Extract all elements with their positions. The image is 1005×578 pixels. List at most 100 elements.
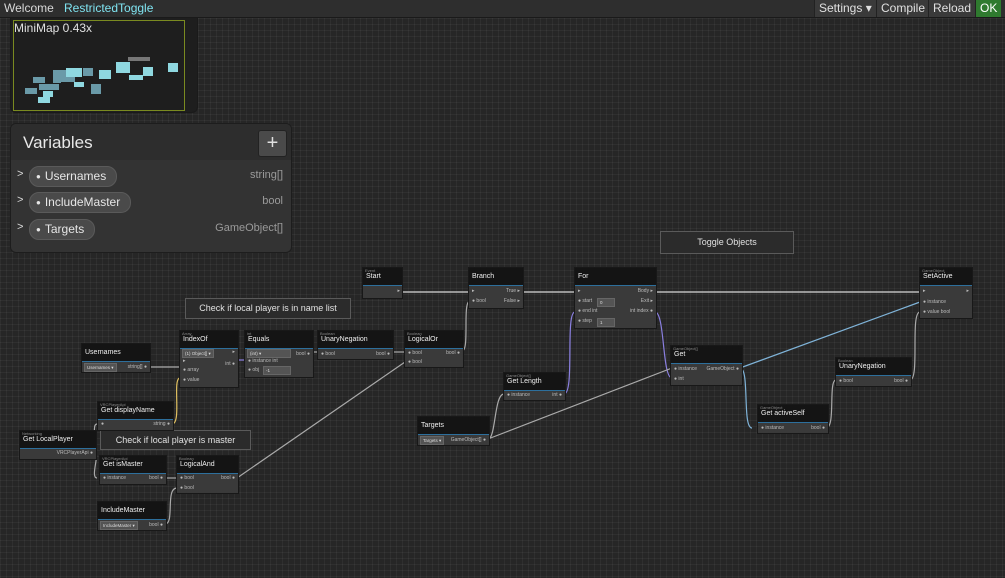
end-port[interactable]: ● end int [578, 308, 597, 314]
false-out-port[interactable]: False ▸ [504, 298, 520, 304]
node-get-ismaster[interactable]: VRCPlayerApi Get isMaster ● instance bool… [99, 455, 167, 485]
array-port[interactable]: ● array [183, 367, 199, 373]
node-logical-or[interactable]: Boolean LogicalOr ● bool ● bool bool ● [404, 330, 464, 368]
flow-in-port[interactable]: ▸ [183, 358, 186, 364]
flow-in-port[interactable]: ▸ [578, 288, 581, 294]
step-port[interactable]: ● step [578, 318, 592, 324]
type-dropdown[interactable]: (1) Object[] ▾ [182, 349, 214, 358]
bool-in-port[interactable]: ● bool [472, 298, 486, 304]
flow-out-port[interactable]: ▸ [966, 288, 969, 294]
exit-out-port[interactable]: Exit ▸ [641, 298, 653, 304]
in-port[interactable]: ● bool [180, 485, 194, 491]
instance-port[interactable]: ● instance [674, 366, 697, 372]
out-port[interactable]: string ● [153, 421, 170, 427]
variable-dropdown[interactable]: Targets ▾ [420, 436, 445, 445]
variable-row[interactable]: > ● IncludeMaster bool [11, 191, 291, 213]
type-dropdown[interactable]: (int) ▾ [247, 349, 291, 358]
instance-port[interactable]: ● instance [761, 425, 784, 431]
node-title: UnaryNegation [321, 336, 368, 343]
node-get-activeself[interactable]: GameObject Get activeSelf ● instance bool… [757, 404, 829, 434]
in-port[interactable]: ● bool [408, 359, 422, 365]
comment-toggle-objects[interactable]: Toggle Objects [660, 231, 794, 254]
node-usernames[interactable]: Usernames Usernames ▾ string[] ● [81, 343, 151, 373]
node-indexof[interactable]: Array IndexOf (1) Object[] ▾ ▸ ▸ ● array … [179, 330, 239, 388]
out-port[interactable]: bool ● [811, 425, 825, 431]
out-port[interactable]: bool ● [149, 475, 163, 481]
variable-row[interactable]: > ● Targets GameObject[] [11, 218, 291, 240]
step-input[interactable]: 1 [597, 318, 615, 327]
chevron-right-icon[interactable]: > [17, 194, 23, 206]
index-out-port[interactable]: int index ● [630, 308, 653, 314]
node-start[interactable]: Event Start ▸ [362, 267, 403, 299]
flow-out-port[interactable]: ▸ [397, 288, 400, 294]
in-port[interactable]: ● bool [408, 350, 422, 356]
node-unary-negation-2[interactable]: Boolean UnaryNegation ● bool bool ● [835, 357, 912, 387]
node-for[interactable]: For ▸ ● start 0 ● end int ● step 1 Body … [574, 267, 657, 329]
instance-port[interactable]: ● instance int [248, 358, 278, 364]
node-branch[interactable]: Branch ▸ ● bool True ▸ False ▸ [468, 267, 524, 309]
add-variable-button[interactable]: + [258, 130, 287, 157]
variable-row[interactable]: > ● Usernames string[] [11, 165, 291, 187]
out-port[interactable]: bool ● [221, 475, 235, 481]
compile-button[interactable]: Compile [876, 0, 930, 17]
value-port[interactable]: ● value [183, 377, 199, 383]
out-port[interactable]: bool ● [149, 522, 163, 528]
node-get-localplayer[interactable]: Networking Get LocalPlayer VRCPlayerApi ● [19, 430, 97, 460]
chevron-right-icon[interactable]: > [17, 221, 23, 233]
in-port[interactable]: ● bool [180, 475, 194, 481]
out-port[interactable]: int ● [225, 361, 235, 367]
reload-button[interactable]: Reload [928, 0, 976, 17]
out-port[interactable]: GameObject[] ● [451, 437, 486, 443]
out-port[interactable]: int ● [552, 392, 562, 398]
chevron-right-icon[interactable]: > [17, 168, 23, 180]
in-port[interactable]: ● bool [839, 378, 853, 384]
variable-pill[interactable]: ● Usernames [29, 166, 118, 187]
instance-port[interactable]: ● instance [923, 299, 946, 305]
flow-in-port[interactable]: ▸ [923, 288, 926, 294]
node-get-displayname[interactable]: VRCPlayerApi Get displayName ● string ● [97, 401, 174, 431]
tab-welcome[interactable]: Welcome [0, 0, 58, 17]
out-port[interactable]: bool ● [296, 351, 310, 357]
out-port[interactable]: bool ● [376, 351, 390, 357]
node-get-length[interactable]: GameObject[] Get Length ● instance int ● [503, 372, 566, 401]
instance-port[interactable]: ● instance [103, 475, 126, 481]
obj-input[interactable]: -1 [263, 366, 291, 375]
settings-button[interactable]: Settings ▾ [814, 0, 876, 17]
node-get[interactable]: GameObject[] Get ● instance ● int GameObj… [670, 345, 743, 386]
flow-in-port[interactable]: ▸ [472, 288, 475, 294]
body-out-port[interactable]: Body ▸ [638, 288, 653, 294]
start-port[interactable]: ● start [578, 298, 592, 304]
node-logical-and[interactable]: Boolean LogicalAnd ● bool ● bool bool ● [176, 455, 239, 494]
variable-dropdown[interactable]: Usernames ▾ [84, 363, 117, 372]
comment-master[interactable]: Check if local player is master [100, 430, 251, 450]
node-targets[interactable]: Targets Targets ▾ GameObject[] ● [417, 416, 490, 446]
node-unary-negation[interactable]: Boolean UnaryNegation ● bool bool ● [317, 330, 394, 360]
flow-out-port[interactable]: ▸ [232, 349, 235, 355]
instance-port[interactable]: ● [101, 421, 104, 427]
out-port[interactable]: bool ● [446, 350, 460, 356]
node-title: Get [674, 351, 686, 358]
obj-port[interactable]: ● obj [248, 367, 259, 373]
out-port[interactable]: GameObject ● [707, 366, 740, 372]
value-port[interactable]: ● value bool [923, 309, 950, 315]
variable-pill[interactable]: ● Targets [29, 219, 96, 240]
node-includemaster[interactable]: IncludeMaster IncludeMaster ▾ bool ● [97, 501, 167, 531]
index-port[interactable]: ● int [674, 376, 684, 382]
node-title: LogicalAnd [180, 461, 215, 468]
comment-name-list[interactable]: Check if local player is in name list [185, 298, 351, 319]
true-out-port[interactable]: True ▸ [506, 288, 520, 294]
out-port[interactable]: string[] ● [128, 364, 147, 370]
in-port[interactable]: ● bool [321, 351, 335, 357]
node-setactive[interactable]: GameObject SetActive ▸ ▸ ● instance ● val… [919, 267, 973, 319]
out-port[interactable]: VRCPlayerApi ● [57, 450, 93, 456]
minimap[interactable]: MiniMap 0.43x [10, 17, 198, 113]
instance-port[interactable]: ● instance [507, 392, 530, 398]
ok-button[interactable]: OK [975, 0, 1002, 17]
start-input[interactable]: 0 [597, 298, 615, 307]
node-equals[interactable]: int Equals (int) ▾ ● instance int ● obj -… [244, 330, 314, 378]
tab-graph[interactable]: RestrictedToggle [60, 0, 157, 17]
node-title: Get Length [507, 378, 542, 385]
out-port[interactable]: bool ● [894, 378, 908, 384]
variable-dropdown[interactable]: IncludeMaster ▾ [100, 521, 138, 530]
variable-pill[interactable]: ● IncludeMaster [29, 192, 132, 213]
